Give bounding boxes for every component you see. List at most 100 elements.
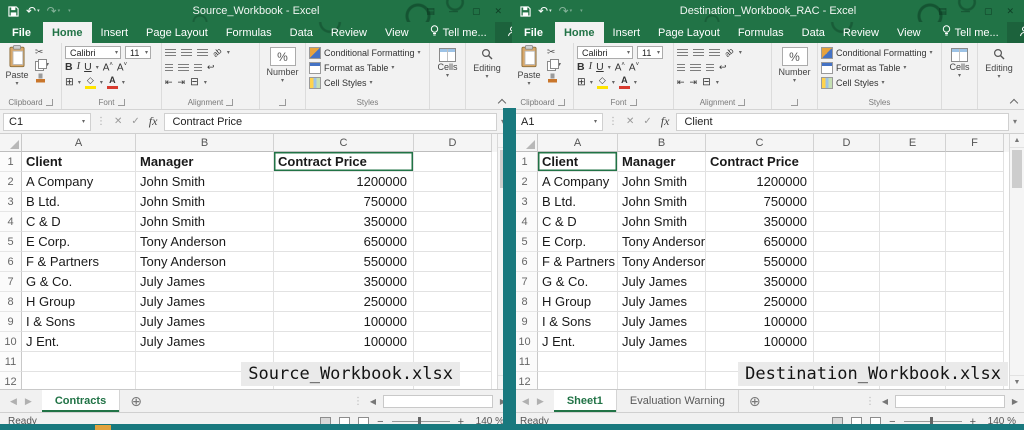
cell-D1[interactable] — [414, 152, 492, 172]
fill-color-dropdown-icon[interactable]: ▾ — [100, 79, 103, 86]
enter-icon[interactable]: ✓ — [643, 116, 651, 127]
cell-C7[interactable]: 350000 — [274, 272, 414, 292]
ribbon-display-options-icon[interactable]: ▤ — [938, 7, 947, 16]
dialog-launcher-icon[interactable] — [791, 99, 798, 106]
cell-C1[interactable]: Contract Price — [274, 152, 414, 172]
cell-B6[interactable]: Tony Anderson — [618, 252, 706, 272]
shrink-font-button[interactable]: A˅ — [117, 62, 127, 73]
cell-B2[interactable]: John Smith — [618, 172, 706, 192]
dialog-launcher-icon[interactable] — [558, 99, 565, 106]
align-left-icon[interactable] — [677, 64, 685, 72]
cell-D3[interactable] — [414, 192, 492, 212]
row-header-8[interactable]: 8 — [0, 292, 22, 312]
save-icon[interactable] — [520, 6, 531, 17]
row-header-3[interactable]: 3 — [0, 192, 22, 212]
sheet-prev-icon[interactable]: ◀ — [522, 396, 529, 407]
merge-center-icon[interactable]: ⊟ — [190, 77, 199, 88]
format-as-table-button[interactable]: Format as Table ▾ — [821, 60, 938, 75]
cancel-icon[interactable]: ✕ — [626, 116, 634, 127]
cell-D2[interactable] — [414, 172, 492, 192]
collapse-ribbon-icon[interactable] — [1009, 97, 1018, 105]
select-all-corner[interactable] — [0, 134, 22, 152]
grow-font-button[interactable]: A˄ — [615, 62, 625, 73]
cell-D8[interactable] — [414, 292, 492, 312]
cell-E5[interactable] — [880, 232, 946, 252]
wrap-text-icon[interactable]: ↩ — [719, 63, 727, 72]
cell-D7[interactable] — [414, 272, 492, 292]
sheet-next-icon[interactable]: ▶ — [25, 396, 32, 407]
horizontal-scroll-thumb[interactable] — [895, 395, 1005, 408]
borders-icon[interactable]: ⊞ — [65, 77, 74, 88]
cell-A6[interactable]: F & Partners — [538, 252, 618, 272]
align-right-icon[interactable] — [194, 64, 202, 72]
cell-B12[interactable] — [618, 372, 706, 389]
share-button[interactable]: Share — [495, 22, 512, 43]
cell-C10[interactable]: 100000 — [274, 332, 414, 352]
dialog-launcher-icon[interactable] — [738, 99, 745, 106]
cell-E6[interactable] — [880, 252, 946, 272]
horizontal-scroll-thumb[interactable] — [383, 395, 493, 408]
cell-B8[interactable]: July James — [618, 292, 706, 312]
title-bar[interactable]: ↶▾ ↷▾ ▾ Source_Workbook - Excel ▤ — ▢ ✕ — [0, 0, 512, 22]
ribbon-tab-formulas[interactable]: Formulas — [729, 22, 793, 43]
sheet-tab-evaluation-warning[interactable]: Evaluation Warning — [617, 390, 739, 412]
fill-color-dropdown-icon[interactable]: ▾ — [612, 79, 615, 86]
undo-icon[interactable]: ↶▾ — [26, 5, 40, 17]
dialog-launcher-icon[interactable] — [46, 99, 53, 106]
number-dropdown-icon[interactable]: ▾ — [281, 77, 284, 84]
ribbon-tab-home[interactable]: Home — [43, 22, 92, 43]
orientation-dropdown-icon[interactable]: ▾ — [739, 49, 742, 56]
cell-C5[interactable]: 650000 — [706, 232, 814, 252]
cell-F4[interactable] — [946, 212, 1004, 232]
cells-button[interactable]: Cells ▾ — [945, 45, 974, 109]
close-icon[interactable]: ✕ — [494, 7, 502, 16]
enter-icon[interactable]: ✓ — [131, 116, 139, 127]
underline-button[interactable]: U — [596, 62, 604, 73]
column-header-B[interactable]: B — [136, 134, 274, 152]
name-box-dropdown-icon[interactable]: ▾ — [594, 118, 597, 125]
percent-style-button[interactable]: % — [782, 47, 808, 66]
cell-B5[interactable]: Tony Anderson — [136, 232, 274, 252]
cell-D9[interactable] — [814, 312, 880, 332]
cell-F2[interactable] — [946, 172, 1004, 192]
zoom-slider[interactable] — [904, 421, 962, 422]
cell-C7[interactable]: 350000 — [706, 272, 814, 292]
horizontal-scrollbar[interactable]: ⋮ ◀ ▶ — [865, 390, 1024, 412]
cell-styles-button[interactable]: Cell Styles ▾ — [309, 75, 426, 90]
collapse-ribbon-icon[interactable] — [497, 97, 506, 105]
scrollbar-grip-icon[interactable]: ⋮ — [353, 396, 363, 407]
align-left-icon[interactable] — [165, 64, 173, 72]
insert-function-icon[interactable]: fx — [661, 114, 670, 129]
cell-D5[interactable] — [814, 232, 880, 252]
font-color-button[interactable]: A — [619, 76, 630, 89]
column-header-B[interactable]: B — [618, 134, 706, 152]
wrap-text-icon[interactable]: ↩ — [207, 63, 215, 72]
column-header-D[interactable]: D — [414, 134, 492, 152]
align-center-icon[interactable] — [178, 64, 189, 72]
ribbon-tab-view[interactable]: View — [888, 22, 930, 43]
share-button[interactable]: Share — [1007, 22, 1024, 43]
row-header-4[interactable]: 4 — [0, 212, 22, 232]
orientation-icon[interactable]: ab — [211, 47, 223, 59]
redo-icon[interactable]: ↷▾ — [559, 5, 573, 17]
borders-icon[interactable]: ⊞ — [577, 77, 586, 88]
row-header-5[interactable]: 5 — [0, 232, 22, 252]
align-right-icon[interactable] — [706, 64, 714, 72]
ribbon-tab-home[interactable]: Home — [555, 22, 604, 43]
scroll-left-icon[interactable]: ◀ — [879, 397, 891, 406]
align-top-icon[interactable] — [165, 49, 176, 57]
format-painter-icon[interactable] — [35, 73, 49, 84]
cell-E3[interactable] — [880, 192, 946, 212]
cell-A9[interactable]: I & Sons — [538, 312, 618, 332]
cell-A11[interactable] — [538, 352, 618, 372]
cancel-icon[interactable]: ✕ — [114, 116, 122, 127]
decrease-indent-icon[interactable]: ⇤ — [165, 78, 173, 87]
cell-A12[interactable] — [22, 372, 136, 389]
decrease-indent-icon[interactable]: ⇤ — [677, 78, 685, 87]
cell-C10[interactable]: 100000 — [706, 332, 814, 352]
ribbon-tab-review[interactable]: Review — [322, 22, 376, 43]
cell-D2[interactable] — [814, 172, 880, 192]
dialog-launcher-icon[interactable] — [279, 99, 286, 106]
scroll-down-icon[interactable]: ▼ — [1010, 375, 1024, 389]
ribbon-tab-page-layout[interactable]: Page Layout — [649, 22, 729, 43]
